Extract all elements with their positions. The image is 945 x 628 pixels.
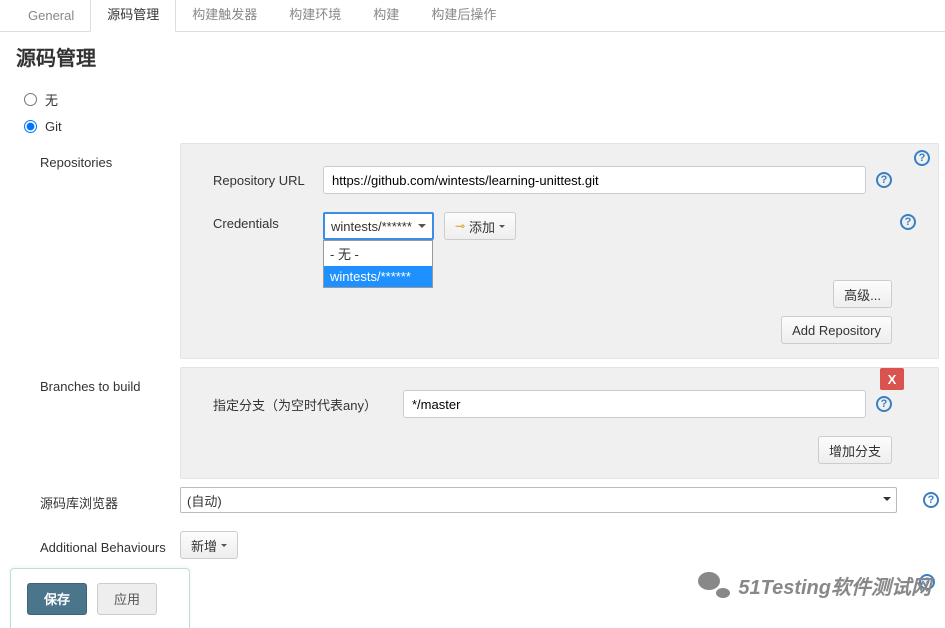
save-button[interactable]: 保存 <box>27 583 87 615</box>
add-credentials-label: 添加 <box>469 217 495 236</box>
scm-git-label: Git <box>45 119 62 134</box>
tab-env[interactable]: 构建环境 <box>273 0 357 31</box>
advanced-button[interactable]: 高级... <box>833 280 892 308</box>
bottom-dock: 保存 应用 <box>10 568 190 628</box>
section-title: 源码管理 <box>0 32 945 85</box>
branch-specifier-input[interactable] <box>403 390 866 418</box>
key-icon: ⊸ <box>455 219 465 233</box>
scm-none-label: 无 <box>45 90 58 109</box>
branch-specifier-label: 指定分支（为空时代表any） <box>213 395 393 414</box>
repo-browser-label: 源码库浏览器 <box>40 489 180 512</box>
branches-label: Branches to build <box>40 367 180 394</box>
wechat-icon <box>698 572 732 600</box>
add-repository-button[interactable]: Add Repository <box>781 316 892 344</box>
tab-general[interactable]: General <box>12 0 90 31</box>
add-behaviour-button[interactable]: 新增 <box>180 531 238 559</box>
additional-behaviours-label: Additional Behaviours <box>40 536 180 555</box>
config-tabs: General 源码管理 构建触发器 构建环境 构建 构建后操作 <box>0 0 945 32</box>
watermark: 51Testing软件测试网 <box>698 571 931 600</box>
repo-url-label: Repository URL <box>213 173 313 188</box>
cred-option-wintests[interactable]: wintests/****** <box>324 266 432 287</box>
branches-body: X 指定分支（为空时代表any） ? 增加分支 <box>180 367 939 479</box>
repositories-body: ? Repository URL ? Credentials wintests/… <box>180 143 939 359</box>
apply-button[interactable]: 应用 <box>97 583 157 615</box>
tab-scm[interactable]: 源码管理 <box>90 0 176 32</box>
add-behaviour-label: 新增 <box>191 536 217 555</box>
watermark-text: 51Testing软件测试网 <box>738 571 931 600</box>
credentials-label: Credentials <box>213 212 313 231</box>
repo-browser-value: (自动) <box>187 491 222 510</box>
credentials-selected-text: wintests/****** <box>331 219 412 234</box>
add-branch-button[interactable]: 增加分支 <box>818 436 892 464</box>
help-icon[interactable]: ? <box>876 396 892 412</box>
chevron-down-icon <box>499 225 505 231</box>
scm-none-row[interactable]: 无 <box>0 85 945 114</box>
scm-git-row[interactable]: Git <box>0 114 945 139</box>
help-icon[interactable]: ? <box>900 214 916 230</box>
cred-option-none[interactable]: - 无 - <box>324 241 432 266</box>
tab-triggers[interactable]: 构建触发器 <box>176 0 273 31</box>
scm-none-radio[interactable] <box>24 93 37 106</box>
scm-git-radio[interactable] <box>24 120 37 133</box>
add-credentials-button[interactable]: ⊸ 添加 <box>444 212 516 240</box>
credentials-select[interactable]: wintests/****** <box>323 212 434 240</box>
chevron-down-icon <box>221 544 227 550</box>
repositories-label: Repositories <box>40 143 180 170</box>
repo-browser-select[interactable]: (自动) <box>180 487 897 513</box>
repo-url-input[interactable] <box>323 166 866 194</box>
help-icon[interactable]: ? <box>923 492 939 508</box>
credentials-dropdown: - 无 - wintests/****** <box>323 240 433 288</box>
tab-post[interactable]: 构建后操作 <box>415 0 512 31</box>
tab-build[interactable]: 构建 <box>357 0 415 31</box>
help-icon[interactable]: ? <box>876 172 892 188</box>
